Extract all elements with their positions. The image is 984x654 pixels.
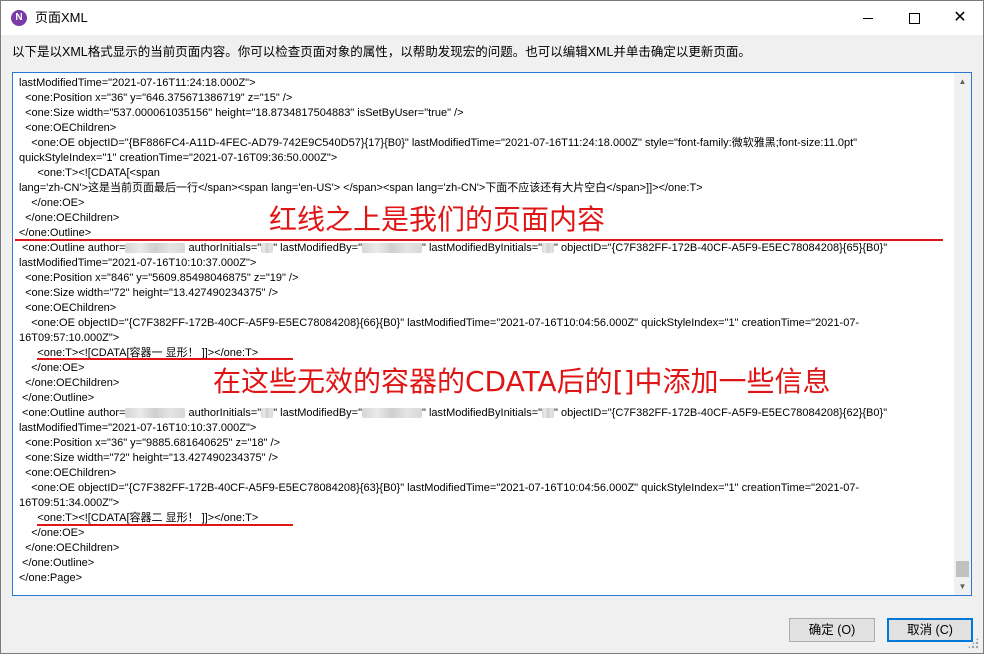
xml-text: " objectID="{C7F382FF-172B-40CF-A5F9-E5E…	[554, 407, 888, 419]
xml-line: </one:OE>	[19, 197, 85, 209]
maximize-button[interactable]	[891, 1, 937, 35]
redacted-text	[125, 408, 186, 419]
xml-line: </one:OEChildren>	[19, 377, 120, 389]
xml-text: " lastModifiedByInitials="	[422, 407, 543, 419]
scroll-up-arrow-icon[interactable]: ▲	[954, 73, 971, 90]
close-icon: ✕	[953, 9, 967, 26]
xml-text: authorInitials="	[185, 242, 262, 254]
close-button[interactable]: ✕	[937, 1, 983, 35]
xml-line: quickStyleIndex="1" creationTime="2021-0…	[19, 152, 338, 164]
xml-line: lastModifiedTime="2021-07-16T10:10:37.00…	[19, 422, 257, 434]
xml-line: <one:OE objectID="{C7F382FF-172B-40CF-A5…	[19, 317, 860, 329]
redacted-text	[362, 408, 423, 419]
xml-line: <one:Position x="36" y="646.375671386719…	[19, 92, 293, 104]
xml-line: </one:Outline>	[19, 557, 95, 569]
xml-line: </one:Page>	[19, 572, 83, 584]
xml-text: <one:Outline author=	[19, 242, 126, 254]
scroll-down-arrow-icon[interactable]: ▼	[954, 578, 971, 595]
xml-line: 16T09:51:34.000Z">	[19, 497, 120, 509]
xml-editor[interactable]: lastModifiedTime="2021-07-16T11:24:18.00…	[12, 72, 972, 596]
xml-text: " lastModifiedByInitials="	[422, 242, 543, 254]
xml-line: <one:OEChildren>	[19, 302, 117, 314]
redacted-text	[125, 243, 186, 254]
ok-button[interactable]: 确定 (O)	[789, 618, 875, 642]
xml-line: <one:OEChildren>	[19, 467, 117, 479]
xml-line: lastModifiedTime="2021-07-16T11:24:18.00…	[19, 77, 256, 89]
xml-text: " lastModifiedBy="	[273, 242, 363, 254]
xml-text: " lastModifiedBy="	[273, 407, 363, 419]
xml-line: <one:OE objectID="{BF886FC4-A11D-4FEC-AD…	[19, 137, 858, 149]
xml-line: lang='zh-CN'>这是当前页面最后一行</span><span lang…	[19, 182, 703, 194]
xml-line: <one:Position x="846" y="5609.8549804687…	[19, 272, 299, 284]
page-xml-dialog: N 页面XML ✕ 以下是以XML格式显示的当前页面内容。你可以检查页面对象的属…	[0, 0, 984, 654]
minimize-icon	[863, 17, 873, 19]
separator-red-line	[15, 239, 943, 241]
xml-text: authorInitials="	[185, 407, 262, 419]
redacted-text	[261, 243, 274, 254]
xml-line: <one:Position x="36" y="9885.681640625" …	[19, 437, 281, 449]
xml-text: <one:Outline author=	[19, 407, 126, 419]
xml-line: </one:OEChildren>	[19, 212, 120, 224]
xml-text: " objectID="{C7F382FF-172B-40CF-A5F9-E5E…	[554, 242, 888, 254]
xml-line: <one:Size width="72" height="13.42749023…	[19, 287, 279, 299]
xml-line: <one:OEChildren>	[19, 122, 117, 134]
xml-line: 16T09:57:10.000Z">	[19, 332, 120, 344]
xml-line: </one:OEChildren>	[19, 542, 120, 554]
annotation-top: 红线之上是我们的页面内容	[269, 203, 606, 236]
window-title: 页面XML	[35, 10, 88, 25]
cancel-button[interactable]: 取消 (C)	[887, 618, 973, 642]
xml-line: </one:OE>	[19, 527, 85, 539]
underline-container-two	[37, 524, 293, 526]
xml-line: </one:Outline>	[19, 392, 95, 404]
xml-line: <one:Size width="72" height="13.42749023…	[19, 452, 279, 464]
xml-line: <one:Outline author= authorInitials=" " l…	[19, 406, 887, 421]
scrollbar-thumb[interactable]	[956, 561, 969, 577]
xml-line: lastModifiedTime="2021-07-16T10:10:37.00…	[19, 257, 257, 269]
annotation-middle: 在这些无效的容器的CDATA后的[]中添加一些信息	[213, 365, 831, 398]
minimize-button[interactable]	[845, 1, 891, 35]
maximize-icon	[908, 12, 920, 24]
vertical-scrollbar[interactable]: ▲ ▼	[954, 73, 971, 595]
title-bar[interactable]: N 页面XML ✕	[1, 1, 983, 35]
xml-line: <one:T><![CDATA[<span	[19, 167, 160, 179]
redacted-text	[542, 408, 555, 419]
dialog-description: 以下是以XML格式显示的当前页面内容。你可以检查页面对象的属性，以帮助发现宏的问…	[12, 45, 751, 59]
app-icon: N	[11, 10, 27, 26]
xml-line: </one:OE>	[19, 362, 85, 374]
redacted-text	[362, 243, 423, 254]
xml-line: <one:Size width="537.000061035156" heigh…	[19, 107, 464, 119]
redacted-text	[542, 243, 555, 254]
underline-container-one	[37, 358, 293, 360]
redacted-text	[261, 408, 274, 419]
xml-line: <one:OE objectID="{C7F382FF-172B-40CF-A5…	[19, 482, 860, 494]
xml-line: <one:Outline author= authorInitials=" " l…	[19, 241, 887, 256]
